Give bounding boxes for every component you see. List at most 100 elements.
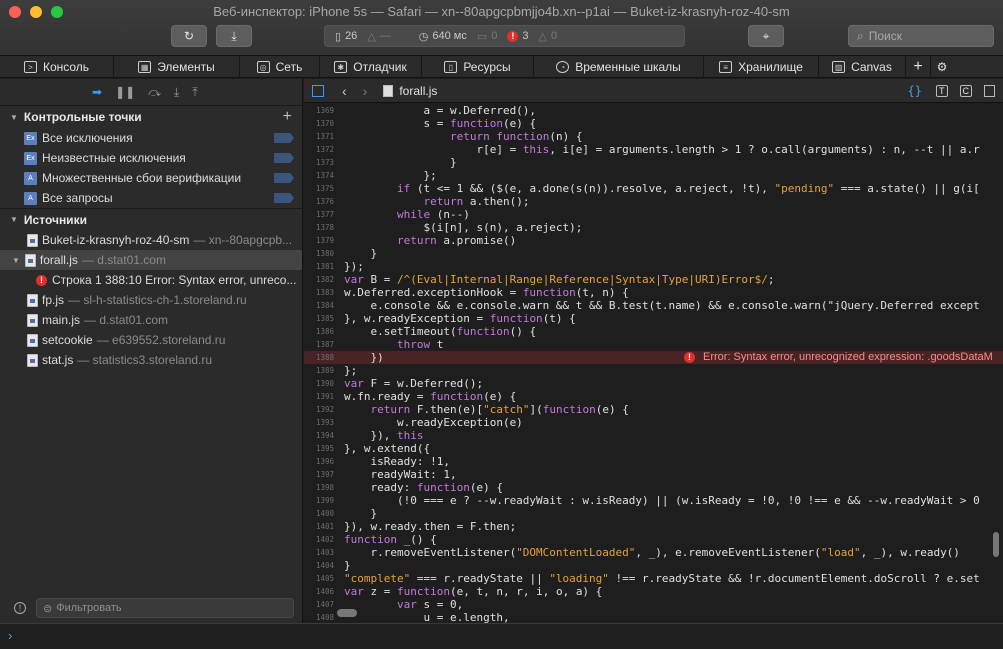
line-number[interactable]: 1404 [304,559,334,572]
code-line[interactable]: 1408 u = e.length, [304,611,1003,623]
code-line[interactable]: 1378 $(i[n], s(n), a.reject); [304,221,1003,234]
code-line[interactable]: 1407 var s = 0, [304,598,1003,611]
code-line[interactable]: 1370 s = function(e) { [304,117,1003,130]
breakpoint-uncaught-exceptions[interactable]: Ex Неизвестные исключения [0,148,302,168]
breakpoint-flag-icon[interactable] [274,133,294,143]
type-profiler-icon[interactable]: T [936,84,948,97]
code-line[interactable]: 1374 }; [304,169,1003,182]
line-number[interactable]: 1391 [304,390,334,403]
pause-icon[interactable]: ❚❚ [115,85,135,99]
line-number[interactable]: 1390 [304,377,334,390]
code-line[interactable]: 1390 var F = w.Deferred(); [304,377,1003,390]
line-number[interactable]: 1379 [304,234,334,247]
code-line[interactable]: 1388 })! Error: Syntax error, unrecognize… [304,351,1003,364]
code-line[interactable]: 1381}); [304,260,1003,273]
line-number[interactable]: 1378 [304,221,334,234]
line-number[interactable]: 1392 [304,403,334,416]
add-breakpoint-button[interactable]: + [283,108,292,126]
inspect-element-button[interactable]: ⌖ [748,25,784,47]
sources-header[interactable]: ▼ Источники [0,208,302,230]
tab-debugger[interactable]: ✱ Отладчик [320,56,422,78]
add-tab-button[interactable]: + [906,56,931,78]
code-line[interactable]: 1396 isReady: !1, [304,455,1003,468]
line-number[interactable]: 1399 [304,494,334,507]
line-number[interactable]: 1405 [304,572,334,585]
code-coverage-icon[interactable]: C [959,84,972,97]
line-number[interactable]: 1383 [304,286,334,299]
code-line[interactable]: 1375 if (t <= 1 && ($(e, a.done(s(n)).re… [304,182,1003,195]
code-line[interactable]: 1400 } [304,507,1003,520]
step-into-icon[interactable]: ⤓ [174,85,179,100]
line-number[interactable]: 1382 [304,273,334,286]
code-line[interactable]: 1369 a = w.Deferred(), [304,104,1003,117]
line-number[interactable]: 1384 [304,299,334,312]
code-line[interactable]: 1371 return function(n) { [304,130,1003,143]
source-item[interactable]: stat.js — statistics3.storeland.ru [0,350,302,370]
breakpoints-toggle-icon[interactable]: ➡ [92,85,102,99]
code-line[interactable]: 1383 w.Deferred.exceptionHook = function(… [304,286,1003,299]
line-number[interactable]: 1395 [304,442,334,455]
code-line[interactable]: 1391 w.fn.ready = function(e) { [304,390,1003,403]
breakpoint-all-requests[interactable]: A Все запросы [0,188,302,208]
settings-button[interactable]: ⚙ [931,56,953,78]
resources-count[interactable]: ▯ 26 [335,30,357,43]
sidebar-toggle-icon[interactable] [312,84,324,97]
code-line[interactable]: 1384 e.console && e.console.warn && t &&… [304,299,1003,312]
code-view[interactable]: 1369 a = w.Deferred(), 1370 s = function(… [304,104,1003,623]
line-number[interactable]: 1372 [304,143,334,156]
reload-button[interactable]: ↻ [171,25,207,47]
code-line[interactable]: 1405 "complete" === r.readyState || "load… [304,572,1003,585]
line-number[interactable]: 1403 [304,546,334,559]
code-line[interactable]: 1398 ready: function(e) { [304,481,1003,494]
line-number[interactable]: 1396 [304,455,334,468]
search-input[interactable]: ⌕ Поиск [848,25,994,47]
line-number[interactable]: 1370 [304,117,334,130]
source-item-selected[interactable]: ▼ forall.js — d.stat01.com [0,250,302,270]
code-line[interactable]: 1385}, w.readyException = function(t) { [304,312,1003,325]
breakpoint-flag-icon[interactable] [274,153,294,163]
breakpoint-flag-icon[interactable] [274,193,294,203]
line-number[interactable]: 1394 [304,429,334,442]
tab-resources[interactable]: ▯ Ресурсы [422,56,534,78]
details-sidebar-icon[interactable] [984,84,995,97]
line-number[interactable]: 1388 [304,351,334,364]
code-line[interactable]: 1389}; [304,364,1003,377]
line-number[interactable]: 1381 [304,260,334,273]
step-over-icon[interactable]: ⤼ [148,85,161,100]
line-number[interactable]: 1397 [304,468,334,481]
code-line[interactable]: 1379 return a.promise() [304,234,1003,247]
tab-storage[interactable]: ≡ Хранилище [704,56,819,78]
line-number[interactable]: 1371 [304,130,334,143]
line-number[interactable]: 1380 [304,247,334,260]
line-number[interactable]: 1398 [304,481,334,494]
code-line[interactable]: 1404} [304,559,1003,572]
line-number[interactable]: 1408 [304,611,334,623]
line-number[interactable]: 1387 [304,338,334,351]
line-number[interactable]: 1402 [304,533,334,546]
line-number[interactable]: 1385 [304,312,334,325]
code-line[interactable]: 1372 r[e] = this, i[e] = arguments.lengt… [304,143,1003,156]
code-line[interactable]: 1406 var z = function(e, t, n, r, i, o, a… [304,585,1003,598]
line-number[interactable]: 1369 [304,104,334,117]
source-item[interactable]: main.js — d.stat01.com [0,310,302,330]
filter-input[interactable]: ⊜ Фильтровать [36,598,294,618]
step-out-icon[interactable]: ⤒ [192,85,197,100]
horizontal-scrollbar[interactable] [337,609,357,617]
source-item[interactable]: Buket-iz-krasnyh-roz-40-sm — xn--80apgcpb… [0,230,302,250]
forward-icon[interactable]: › [363,83,368,99]
code-line[interactable]: 1392 return F.then(e)["catch"](function(… [304,403,1003,416]
tab-console[interactable]: > Консоль [0,56,114,78]
breakpoint-assertion-failures[interactable]: A Множественные сбои верификации [0,168,302,188]
logs-count[interactable]: ▭ 0 [477,30,498,43]
line-number[interactable]: 1406 [304,585,334,598]
code-line[interactable]: 1397 readyWait: 1, [304,468,1003,481]
code-line[interactable]: 1377 while (n--) [304,208,1003,221]
pretty-print-icon[interactable]: {} [908,84,922,98]
info-icon[interactable]: ! [14,602,26,614]
code-line[interactable]: 1395}, w.extend({ [304,442,1003,455]
errors-count[interactable]: ! 3 [507,30,529,42]
line-number[interactable]: 1373 [304,156,334,169]
back-icon[interactable]: ‹ [342,83,347,99]
line-number[interactable]: 1400 [304,507,334,520]
code-line[interactable]: 1399 (!0 === e ? --w.readyWait : w.isRea… [304,494,1003,507]
